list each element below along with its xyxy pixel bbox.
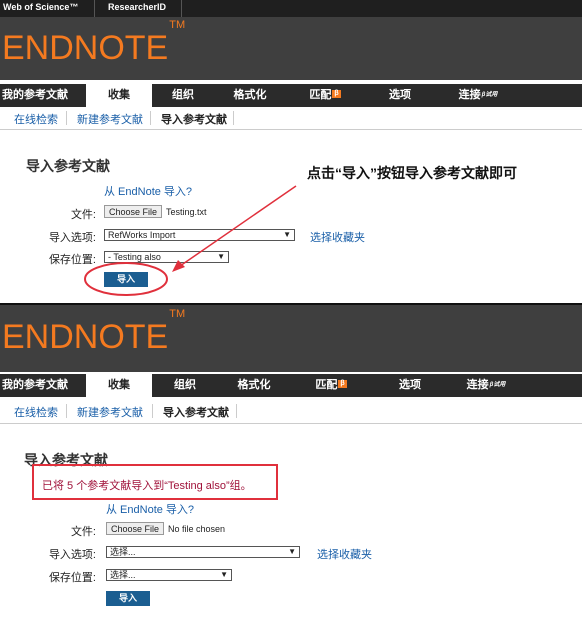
choose-file-button[interactable]: Choose File	[106, 522, 165, 535]
subnav-new-reference[interactable]: 新建参考文献	[77, 404, 143, 420]
nav-my-references[interactable]: 我的参考文献	[0, 374, 70, 397]
sub-nav: 在线检索 新建参考文献 导入参考文献	[0, 399, 582, 424]
nav-format[interactable]: 格式化	[224, 374, 284, 397]
endnote-logo: ENDNOTETM	[2, 307, 186, 356]
arrow-head	[172, 260, 185, 272]
highlight-ellipse	[84, 262, 168, 296]
subnav-divider	[236, 404, 237, 418]
main-nav: 我的参考文献 收集 组织 格式化 匹配 β 选项 连接β试用	[0, 374, 582, 397]
nav-match[interactable]: 匹配 β	[306, 374, 356, 397]
import-option-label: 导入选项:	[48, 549, 96, 561]
nav-options[interactable]: 选项	[390, 374, 430, 397]
pointer-arrow	[179, 185, 297, 267]
subnav-import-references[interactable]: 导入参考文献	[163, 404, 229, 420]
import-option-select[interactable]: 选择... ▼	[106, 546, 300, 558]
annotation-overlay	[84, 185, 297, 296]
app-header: ENDNOTETM	[0, 305, 582, 372]
beta-badge: β	[338, 380, 347, 388]
import-button[interactable]: 导入	[106, 591, 150, 606]
save-location-select[interactable]: 选择... ▼	[106, 569, 232, 581]
nav-collect[interactable]: 收集	[86, 374, 152, 397]
save-location-label: 保存位置:	[48, 572, 96, 584]
subnav-divider	[152, 404, 153, 418]
beta-tag: β试用	[489, 382, 506, 388]
subnav-online-search[interactable]: 在线检索	[14, 404, 58, 420]
choose-favorites-link[interactable]: 选择收藏夹	[317, 546, 372, 562]
selected-file-name: No file chosen	[168, 524, 226, 534]
chevron-down-icon: ▼	[220, 570, 228, 579]
file-label: 文件:	[70, 526, 96, 538]
nav-organize[interactable]: 组织	[160, 374, 210, 397]
chevron-down-icon: ▼	[288, 547, 296, 556]
nav-connect[interactable]: 连接β试用	[456, 374, 516, 397]
success-message: 已将 5 个参考文献导入到“Testing also”组。	[42, 480, 252, 492]
subnav-divider	[66, 404, 67, 418]
import-from-endnote-link[interactable]: 从 EndNote 导入?	[106, 501, 194, 517]
